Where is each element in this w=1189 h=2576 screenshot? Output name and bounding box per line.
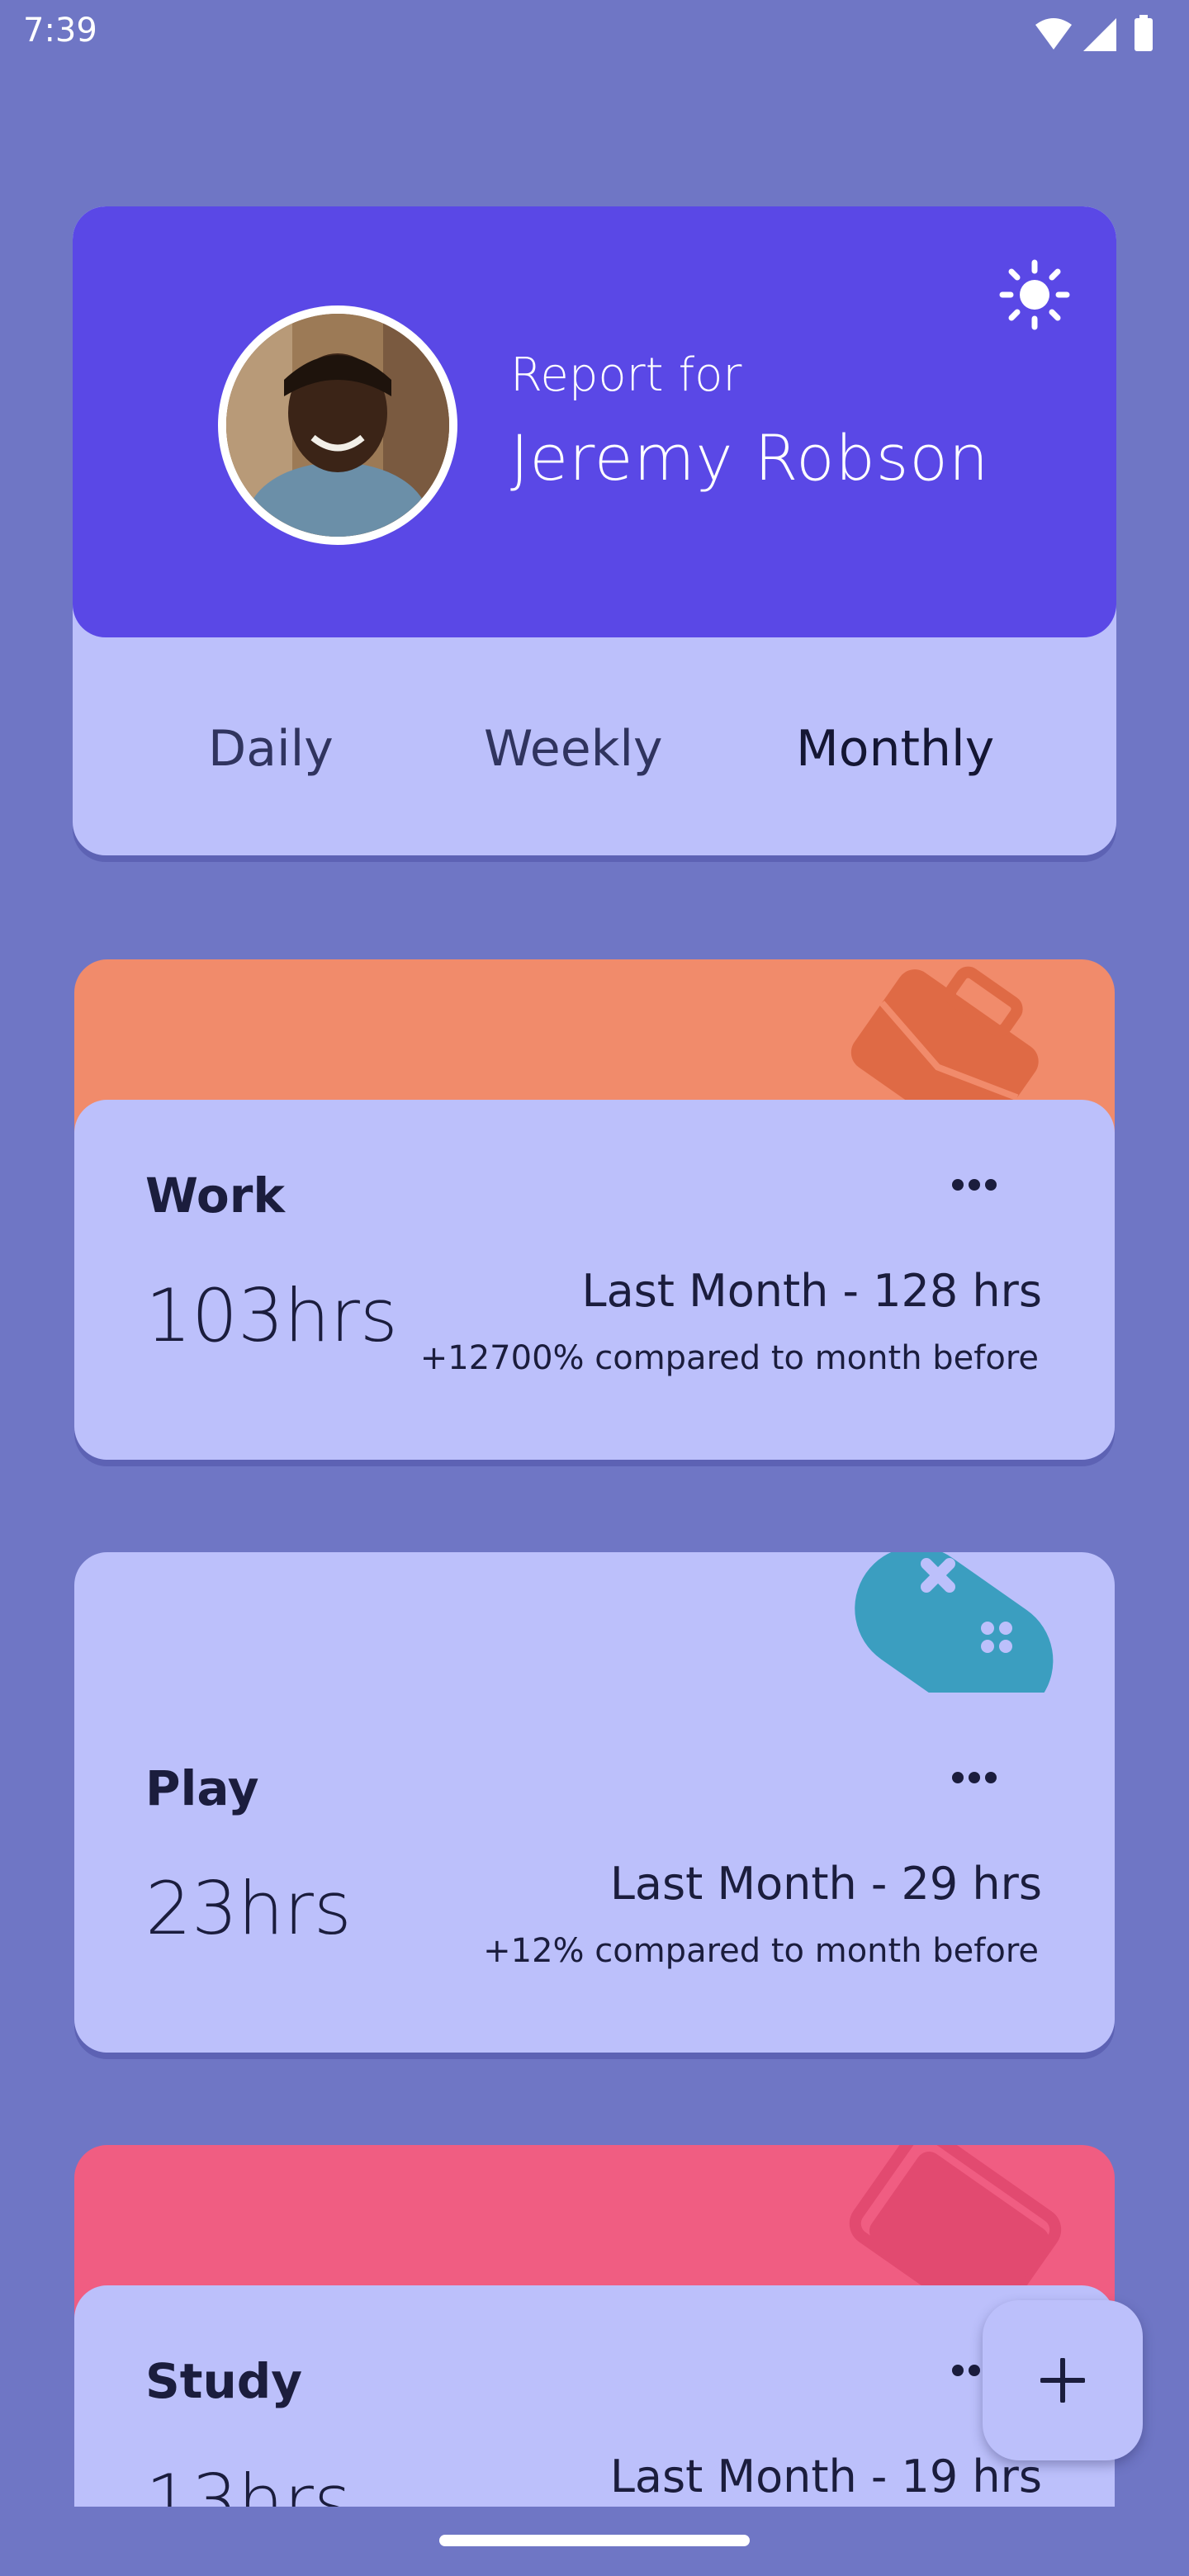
activity-body-study: Study 13hrs Last Month - 19 hrs — [74, 2285, 1115, 2507]
battery-icon — [1135, 18, 1153, 51]
dot-icon — [985, 1771, 997, 1783]
last-period-hours: Last Month - 19 hrs — [609, 2451, 1042, 2503]
plus-icon — [1040, 2358, 1085, 2403]
dot-icon — [969, 1771, 980, 1783]
more-options-button[interactable] — [950, 1769, 1007, 1802]
status-time: 7:39 — [23, 12, 97, 50]
gesture-nav-handle[interactable] — [439, 2535, 750, 2546]
activity-card-play[interactable]: Play 23hrs Last Month - 29 hrs +12% comp… — [74, 1552, 1115, 2056]
activity-body-play: Play 23hrs Last Month - 29 hrs +12% comp… — [74, 1693, 1115, 2053]
user-name: Jeremy Robson — [510, 421, 990, 495]
current-hours: 103hrs — [145, 1273, 398, 1358]
tab-monthly[interactable]: Monthly — [796, 720, 994, 778]
activity-card-work[interactable]: Work 103hrs Last Month - 128 hrs +12700%… — [74, 959, 1115, 1463]
last-period-hours: Last Month - 29 hrs — [609, 1858, 1042, 1910]
dot-icon — [969, 1178, 980, 1191]
dot-icon — [969, 2364, 980, 2376]
signal-icon — [1083, 18, 1116, 51]
wifi-icon — [1035, 18, 1072, 50]
comparison-text: +12% compared to month before — [483, 1932, 1039, 1970]
activity-title: Play — [145, 1760, 259, 1816]
add-button[interactable] — [983, 2300, 1143, 2460]
avatar — [218, 305, 457, 545]
activity-title: Study — [145, 2353, 303, 2409]
activity-body-work: Work 103hrs Last Month - 128 hrs +12700%… — [74, 1100, 1115, 1460]
dot-icon — [985, 1178, 997, 1191]
dot-icon — [952, 1178, 964, 1191]
dot-icon — [952, 2364, 964, 2376]
profile-card: Report for Jeremy Robson Daily Weekly Mo… — [73, 206, 1116, 855]
comparison-text: +12700% compared to month before — [419, 1339, 1039, 1377]
report-label: Report for — [510, 348, 742, 402]
profile-header: Report for Jeremy Robson — [73, 206, 1116, 637]
activity-card-study[interactable]: Study 13hrs Last Month - 19 hrs — [74, 2145, 1115, 2507]
activity-title: Work — [145, 1167, 285, 1224]
current-hours: 13hrs — [145, 2459, 352, 2507]
sun-icon[interactable] — [997, 258, 1072, 332]
tab-weekly[interactable]: Weekly — [484, 720, 663, 778]
more-options-button[interactable] — [950, 1176, 1007, 1209]
last-period-hours: Last Month - 128 hrs — [581, 1265, 1042, 1317]
tab-daily[interactable]: Daily — [208, 720, 334, 778]
period-tabs: Daily Weekly Monthly — [73, 637, 1116, 855]
dot-icon — [952, 1771, 964, 1783]
current-hours: 23hrs — [145, 1866, 352, 1951]
status-icons — [1035, 15, 1153, 51]
status-bar: 7:39 — [0, 0, 1189, 74]
